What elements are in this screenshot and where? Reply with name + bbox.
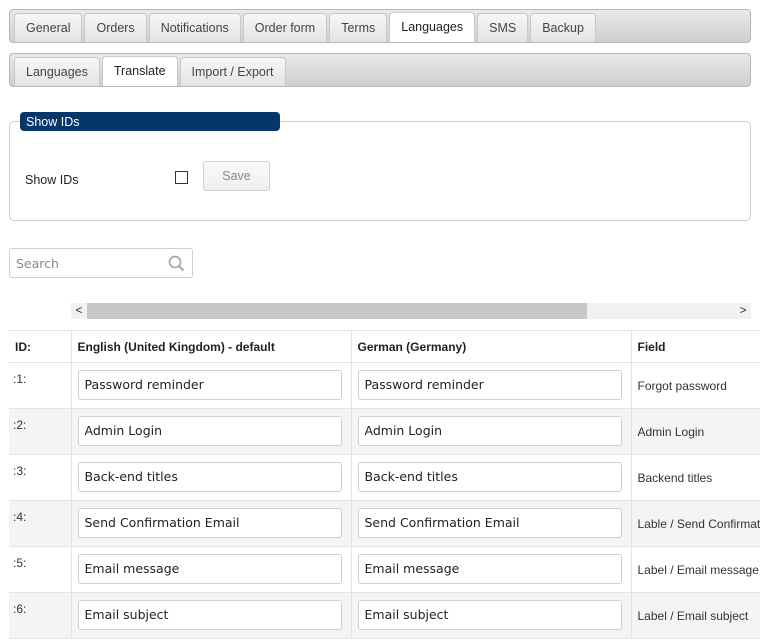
english-translation-input[interactable]: [77, 369, 342, 400]
german-translation-input[interactable]: [357, 599, 622, 630]
english-cell: [71, 362, 352, 409]
german-cell: [351, 408, 632, 455]
translation-table-container: ID: English (United Kingdom) - default Ger…: [9, 330, 760, 640]
table-row: :1: Forgot password: [9, 362, 760, 409]
german-translation-input[interactable]: [357, 553, 622, 584]
show-ids-legend: Show IDs: [20, 112, 280, 131]
german-translation-input[interactable]: [357, 461, 622, 492]
english-column-header: English (United Kingdom) - default: [71, 331, 352, 363]
field-name: Admin Login: [631, 408, 760, 455]
show-ids-checkbox[interactable]: [175, 171, 188, 184]
english-cell: [71, 500, 352, 547]
field-name: Backend titles: [631, 454, 760, 501]
scroll-right-arrow[interactable]: >: [735, 303, 751, 319]
table-row: :3: Backend titles: [9, 454, 760, 501]
field-name: Lable / Send Confirmation Email: [631, 500, 760, 547]
table-row: :2: Admin Login: [9, 408, 760, 455]
field-name: Label / Email subject: [631, 592, 760, 639]
english-translation-input[interactable]: [77, 461, 342, 492]
german-translation-input[interactable]: [357, 369, 622, 400]
german-cell: [351, 500, 632, 547]
row-id: :3:: [9, 454, 72, 501]
subtab-import-export[interactable]: Import / Export: [179, 57, 286, 86]
german-translation-input[interactable]: [357, 415, 622, 446]
german-cell: [351, 454, 632, 501]
scrollbar-thumb[interactable]: [87, 303, 587, 319]
tab-notifications[interactable]: Notifications: [148, 13, 241, 42]
tab-terms[interactable]: Terms: [329, 13, 388, 42]
field-name: Forgot password: [631, 362, 760, 409]
search-box: [9, 248, 193, 278]
german-cell: [351, 592, 632, 639]
tab-order-form[interactable]: Order form: [242, 13, 328, 42]
tab-languages[interactable]: Languages: [389, 12, 476, 42]
german-cell: [351, 362, 632, 409]
scroll-left-arrow[interactable]: <: [71, 303, 87, 319]
tab-backup[interactable]: Backup: [530, 13, 596, 42]
show-ids-label: Show IDs: [25, 173, 79, 187]
english-translation-input[interactable]: [77, 415, 342, 446]
english-translation-input[interactable]: [77, 507, 342, 538]
table-header-row: ID: English (United Kingdom) - default Ger…: [9, 331, 760, 363]
row-id: :5:: [9, 546, 72, 593]
table-row: :4: Lable / Send Confirmation Email: [9, 500, 760, 547]
table-row: :6: Label / Email subject: [9, 592, 760, 639]
show-ids-fieldset: [9, 121, 751, 221]
sub-tab-bar: Languages Translate Import / Export: [9, 53, 751, 87]
save-button[interactable]: Save: [203, 161, 270, 191]
id-column-header: ID:: [9, 331, 72, 363]
tab-general[interactable]: General: [14, 13, 83, 42]
subtab-translate[interactable]: Translate: [101, 56, 178, 86]
german-cell: [351, 546, 632, 593]
row-id: :4:: [9, 500, 72, 547]
tab-orders[interactable]: Orders: [84, 13, 147, 42]
english-translation-input[interactable]: [77, 599, 342, 630]
row-id: :2:: [9, 408, 72, 455]
horizontal-scrollbar[interactable]: < >: [71, 303, 751, 319]
english-cell: [71, 592, 352, 639]
tab-sms[interactable]: SMS: [477, 13, 529, 42]
table-row: :5: Label / Email message: [9, 546, 760, 593]
search-input[interactable]: [10, 249, 160, 277]
row-id: :1:: [9, 362, 72, 409]
english-translation-input[interactable]: [77, 553, 342, 584]
german-translation-input[interactable]: [357, 507, 622, 538]
search-icon[interactable]: [168, 255, 185, 275]
main-tab-bar: General Orders Notifications Order form Term…: [9, 9, 751, 43]
translation-table: ID: English (United Kingdom) - default Ger…: [9, 331, 760, 639]
english-cell: [71, 408, 352, 455]
english-cell: [71, 454, 352, 501]
row-id: :6:: [9, 592, 72, 639]
english-cell: [71, 546, 352, 593]
subtab-languages[interactable]: Languages: [14, 57, 100, 86]
field-column-header: Field: [631, 331, 760, 363]
field-name: Label / Email message: [631, 546, 760, 593]
german-column-header: German (Germany): [351, 331, 632, 363]
